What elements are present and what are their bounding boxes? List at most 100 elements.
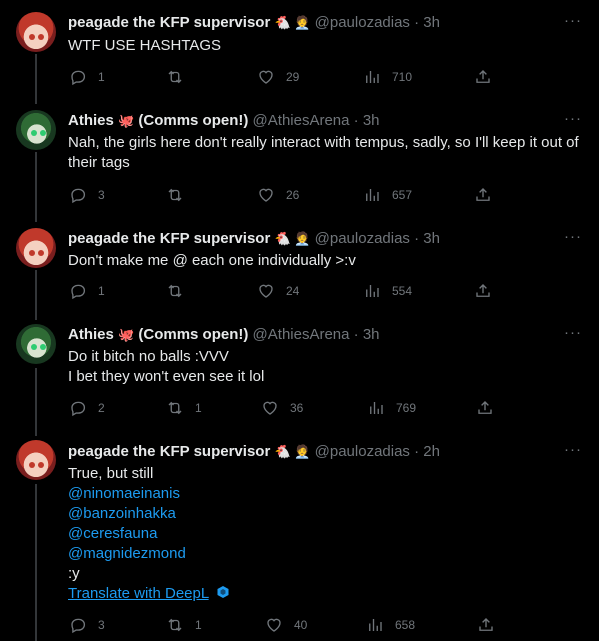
retweet-icon xyxy=(168,188,182,202)
tweet[interactable]: peagade the KFP supervisor 🐔 🧑‍💼 @pauloz… xyxy=(0,432,599,641)
action-bar: 2 1 36 769 xyxy=(0,399,599,419)
retweet-button[interactable]: 1 xyxy=(166,399,202,417)
user-handle[interactable]: @paulozadias xyxy=(315,14,410,31)
mention-link[interactable]: @magnidezmond xyxy=(68,544,588,564)
views-button[interactable]: 769 xyxy=(367,399,416,417)
like-count: 26 xyxy=(286,188,300,202)
views-button[interactable]: 658 xyxy=(366,616,415,634)
reply-count: 1 xyxy=(98,284,105,298)
like-button[interactable]: 36 xyxy=(261,399,303,417)
avatar-eye xyxy=(31,344,37,350)
user-handle[interactable]: @AthiesArena xyxy=(253,326,350,343)
share-icon xyxy=(478,401,492,414)
reply-icon xyxy=(71,70,86,86)
mention-link[interactable]: @ninomaeinanis xyxy=(68,484,588,504)
tweet-header: peagade the KFP supervisor 🐔 🧑‍💼 @pauloz… xyxy=(68,14,440,32)
like-button[interactable]: 24 xyxy=(257,282,299,300)
view-count: 657 xyxy=(392,188,413,202)
retweet-button[interactable]: 1 xyxy=(166,616,202,634)
more-options-button[interactable]: ··· xyxy=(564,228,582,245)
tweet-text-line: their tags xyxy=(68,154,130,171)
views-button[interactable]: 657 xyxy=(363,186,412,204)
tweet[interactable]: peagade the KFP supervisor 🐔 🧑‍💼 @pauloz… xyxy=(0,218,599,316)
mention-link[interactable]: @ceresfauna xyxy=(68,524,588,544)
timestamp[interactable]: 3h xyxy=(363,112,380,129)
avatar[interactable] xyxy=(16,324,56,364)
reply-button[interactable]: 1 xyxy=(69,68,105,86)
timestamp[interactable]: 3h xyxy=(423,230,440,247)
view-count: 710 xyxy=(392,70,413,84)
more-options-button[interactable]: ··· xyxy=(564,12,582,29)
tweet-text-line: WTF USE HASHTAGS xyxy=(68,37,222,54)
user-handle[interactable]: @AthiesArena xyxy=(253,112,350,129)
retweet-button[interactable] xyxy=(166,186,195,204)
timestamp[interactable]: 3h xyxy=(423,14,440,31)
views-button[interactable]: 554 xyxy=(363,282,412,300)
tweet-text-line: Don't make me @ each one individually >:… xyxy=(68,252,356,269)
display-name[interactable]: peagade the KFP supervisor xyxy=(68,14,270,31)
avatar-eye xyxy=(38,462,44,468)
views-icon xyxy=(370,402,383,414)
share-button[interactable] xyxy=(476,399,494,417)
more-options-button[interactable]: ··· xyxy=(564,441,582,458)
share-icon xyxy=(476,70,490,83)
like-button[interactable]: 26 xyxy=(257,186,299,204)
reply-button[interactable]: 1 xyxy=(69,282,105,300)
tweet-text-line: Do it bitch no balls :VVV xyxy=(68,348,229,365)
retweet-button[interactable] xyxy=(166,282,195,300)
reply-count: 1 xyxy=(98,70,105,84)
translate-link[interactable]: Translate with DeepL xyxy=(68,585,209,602)
reply-count: 3 xyxy=(98,188,105,202)
reply-button[interactable]: 3 xyxy=(69,616,105,634)
user-handle[interactable]: @paulozadias xyxy=(315,230,410,247)
display-name[interactable]: peagade the KFP supervisor xyxy=(68,230,270,247)
reply-button[interactable]: 3 xyxy=(69,186,105,204)
tweet[interactable]: Athies 🐙 (Comms open!) @AthiesArena · 3h… xyxy=(0,316,599,432)
reply-icon xyxy=(71,401,86,417)
display-name[interactable]: Athies xyxy=(68,112,114,129)
share-icon xyxy=(479,618,493,631)
display-name[interactable]: peagade the KFP supervisor xyxy=(68,443,270,460)
share-button[interactable] xyxy=(474,186,492,204)
avatar[interactable] xyxy=(16,110,56,150)
avatar-eye xyxy=(40,344,46,350)
timestamp[interactable]: 3h xyxy=(363,326,380,343)
display-name[interactable]: Athies xyxy=(68,326,114,343)
user-handle[interactable]: @paulozadias xyxy=(315,443,410,460)
more-options-button[interactable]: ··· xyxy=(564,110,582,127)
reply-icon xyxy=(71,618,86,634)
avatar-eye xyxy=(40,130,46,136)
retweet-button[interactable] xyxy=(166,68,195,86)
action-bar: 1 24 554 xyxy=(0,282,599,302)
tweet-header: Athies 🐙 (Comms open!) @AthiesArena · 3h xyxy=(68,112,380,130)
like-count: 36 xyxy=(290,401,304,415)
avatar[interactable] xyxy=(16,440,56,480)
reply-count: 2 xyxy=(98,401,105,415)
heart-icon xyxy=(263,401,277,415)
reply-button[interactable]: 2 xyxy=(69,399,105,417)
like-count: 40 xyxy=(294,618,308,632)
timestamp[interactable]: 2h xyxy=(423,443,440,460)
reply-icon xyxy=(71,284,86,300)
share-button[interactable] xyxy=(474,282,492,300)
share-button[interactable] xyxy=(477,616,495,634)
tweet-text: Do it bitch no balls :VVV I bet they won… xyxy=(68,347,588,387)
tweet[interactable]: Athies 🐙 (Comms open!) @AthiesArena · 3h… xyxy=(0,100,599,218)
share-icon xyxy=(476,284,490,297)
tweet-text-line: Nah, the girls here don't really interac… xyxy=(68,134,579,151)
retweet-count: 1 xyxy=(195,401,202,415)
avatar[interactable] xyxy=(16,12,56,52)
avatar[interactable] xyxy=(16,228,56,268)
tweet-text: True, but still @ninomaeinanis @banzoinh… xyxy=(68,464,588,604)
name-emoji: 🐙 xyxy=(118,113,135,128)
tweet-text: Don't make me @ each one individually >:… xyxy=(68,251,588,271)
action-bar: 1 29 710 xyxy=(0,68,599,88)
more-options-button[interactable]: ··· xyxy=(564,324,582,341)
display-name-suffix: (Comms open!) xyxy=(138,112,249,129)
tweet[interactable]: peagade the KFP supervisor 🐔 🧑‍💼 @pauloz… xyxy=(0,0,599,100)
like-button[interactable]: 40 xyxy=(265,616,307,634)
mention-link[interactable]: @banzoinhakka xyxy=(68,504,588,524)
share-button[interactable] xyxy=(474,68,492,86)
like-button[interactable]: 29 xyxy=(257,68,299,86)
views-button[interactable]: 710 xyxy=(363,68,412,86)
